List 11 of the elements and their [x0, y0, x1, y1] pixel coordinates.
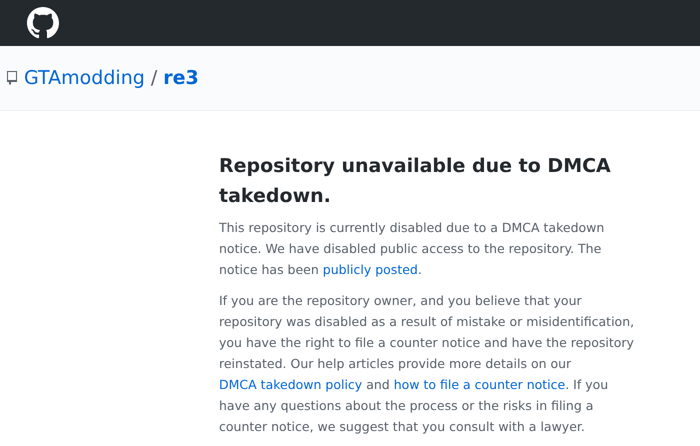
- repository-icon: [6, 70, 18, 86]
- octocat-logo-icon[interactable]: [27, 7, 59, 39]
- repository-name-link[interactable]: re3: [163, 67, 199, 89]
- notice-link[interactable]: how to file a counter notice: [394, 377, 566, 392]
- repository-owner-link[interactable]: GTAmodding: [24, 67, 145, 89]
- notice-link[interactable]: DMCA takedown policy: [219, 377, 362, 392]
- notice-paragraph: This repository is currently disabled due to a DMCA takedown notice. We have disabled public access to the repository. The notice has been publicly posted.: [219, 219, 606, 279]
- path-separator: /: [150, 67, 158, 89]
- notice-paragraph: If you are the repository owner, and you believe that your repository was disabled as a result of mistake or misidentification, you have the right to file a counter notice and have the repository reinstated. Our help articles provide more details on our DMCA takedown policy and how to file a counter notice. If you have any questions about the process or the risks in filing a counter notice, we suggest that you consult with a lawyer.: [219, 292, 636, 436]
- notice-link[interactable]: publicly posted: [322, 262, 418, 277]
- notice-title: Repository unavailable due to DMCA takedown.: [219, 154, 612, 209]
